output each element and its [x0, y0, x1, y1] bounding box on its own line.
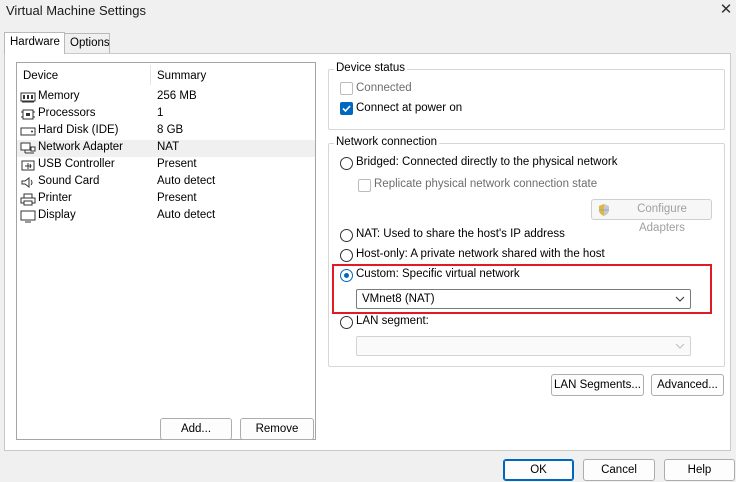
- device-summary: 8 GB: [157, 124, 184, 136]
- connect-at-power-on-label: Connect at power on: [356, 102, 463, 114]
- usb-icon: [21, 160, 35, 171]
- bridged-radio[interactable]: [340, 157, 353, 170]
- chevron-down-icon: [675, 296, 685, 302]
- device-name: Printer: [38, 192, 72, 204]
- tab-hardware[interactable]: Hardware: [4, 32, 65, 54]
- device-name: Display: [38, 209, 76, 221]
- add-button[interactable]: Add...: [160, 418, 232, 440]
- lan-segments-button[interactable]: LAN Segments...: [551, 374, 644, 396]
- custom-network-select[interactable]: VMnet8 (NAT): [356, 289, 691, 309]
- nat-label: NAT: Used to share the host's IP address: [356, 228, 565, 240]
- device-row-hard-disk[interactable]: Hard Disk (IDE) 8 GB: [17, 123, 315, 140]
- device-summary: Present: [157, 158, 197, 170]
- ok-button[interactable]: OK: [503, 459, 574, 481]
- configure-adapters-label: Configure Adapters: [637, 203, 687, 234]
- lan-segment-select[interactable]: [356, 336, 691, 356]
- memory-icon: [20, 92, 36, 103]
- lan-segment-label: LAN segment:: [356, 315, 429, 327]
- device-name: Hard Disk (IDE): [38, 124, 119, 136]
- device-row-printer[interactable]: Printer Present: [17, 191, 315, 208]
- lan-segment-radio[interactable]: [340, 316, 353, 329]
- host-only-label: Host-only: A private network shared with…: [356, 248, 605, 260]
- device-row-usb-controller[interactable]: USB Controller Present: [17, 157, 315, 174]
- configure-adapters-button[interactable]: Configure Adapters: [591, 199, 712, 234]
- checkmark-icon: [342, 105, 351, 113]
- speaker-icon: [21, 177, 33, 188]
- device-summary: Auto detect: [157, 175, 216, 187]
- custom-label: Custom: Specific virtual network: [356, 268, 520, 280]
- device-row-memory[interactable]: Memory 256 MB: [17, 89, 315, 106]
- device-summary: Auto detect: [157, 209, 216, 221]
- device-row-sound-card[interactable]: Sound Card Auto detect: [17, 174, 315, 191]
- nat-radio[interactable]: [340, 229, 353, 242]
- device-name: Network Adapter: [38, 141, 124, 153]
- device-summary: 1: [157, 107, 164, 119]
- tab-options[interactable]: Options: [64, 33, 110, 53]
- replicate-label: Replicate physical network connection st…: [374, 178, 598, 190]
- device-status-group: [328, 69, 725, 130]
- column-header-summary[interactable]: Summary: [157, 70, 206, 82]
- connected-checkbox[interactable]: [340, 82, 353, 95]
- device-row-network-adapter[interactable]: Network Adapter NAT: [17, 140, 315, 157]
- cancel-button[interactable]: Cancel: [583, 459, 655, 481]
- device-name: Sound Card: [38, 175, 100, 187]
- custom-network-value: VMnet8 (NAT): [362, 293, 435, 305]
- device-summary: NAT: [157, 141, 180, 153]
- network-adapter-icon: [20, 142, 36, 154]
- device-summary: 256 MB: [157, 90, 197, 102]
- printer-icon: [20, 193, 36, 206]
- processor-icon: [21, 109, 35, 120]
- custom-radio[interactable]: [340, 269, 353, 282]
- column-header-device[interactable]: Device: [23, 70, 58, 82]
- device-name: Processors: [38, 107, 96, 119]
- connect-at-power-on-checkbox[interactable]: [340, 102, 353, 115]
- remove-button[interactable]: Remove: [240, 418, 314, 440]
- advanced-button[interactable]: Advanced...: [651, 374, 724, 396]
- hard-disk-icon: [20, 127, 36, 136]
- connected-label: Connected: [356, 82, 412, 94]
- device-list[interactable]: Device Summary Memory 256 MB Processors …: [16, 62, 316, 440]
- device-summary: Present: [157, 192, 197, 204]
- device-list-header: Device Summary: [17, 63, 315, 87]
- network-connection-title: Network connection: [334, 136, 439, 148]
- shield-icon: [599, 204, 609, 216]
- device-row-display[interactable]: Display Auto detect: [17, 208, 315, 225]
- device-name: USB Controller: [38, 158, 115, 170]
- close-icon[interactable]: ✕: [716, 0, 736, 20]
- chevron-down-icon: [675, 343, 685, 349]
- device-name: Memory: [38, 90, 80, 102]
- host-only-radio[interactable]: [340, 249, 353, 262]
- help-button[interactable]: Help: [664, 459, 735, 481]
- window-title: Virtual Machine Settings: [6, 3, 146, 18]
- device-status-title: Device status: [334, 62, 408, 74]
- replicate-checkbox[interactable]: [358, 179, 371, 192]
- device-row-processors[interactable]: Processors 1: [17, 106, 315, 123]
- bridged-label: Bridged: Connected directly to the physi…: [356, 156, 618, 168]
- monitor-icon: [20, 210, 36, 223]
